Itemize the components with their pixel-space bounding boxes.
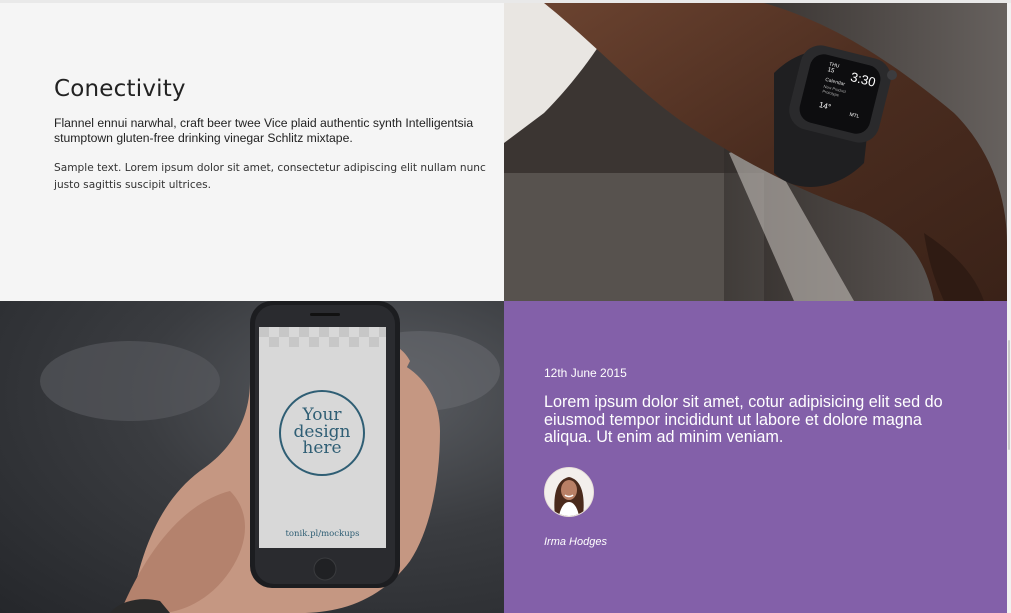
watch-activity: MTL: [848, 111, 860, 121]
testimonial-quote: Lorem ipsum dolor sit amet, cotur adipis…: [544, 393, 943, 446]
watch-time: 3:30: [848, 69, 878, 90]
watch-temp: 14°: [817, 100, 832, 112]
scrollbar-thumb[interactable]: [1008, 340, 1010, 450]
feature-paragraph-1: Flannel ennui narwhal, craft beer twee V…: [54, 116, 474, 145]
testimonial-author: Irma Hodges: [544, 536, 607, 548]
testimonial-section: 12th June 2015 Lorem ipsum dolor sit ame…: [504, 301, 1007, 613]
feature-section: Conectivity Flannel ennui narwhal, craft…: [0, 3, 504, 301]
phone-screen-line-3: here: [302, 438, 342, 458]
phone-photo: Your design here tonik.pl/mockups: [0, 301, 504, 613]
phone-screen-text: Your design here: [280, 407, 364, 457]
phone-screen-footer: tonik.pl/mockups: [285, 529, 360, 539]
feature-paragraph-2: Sample text. Lorem ipsum dolor sit amet,…: [54, 162, 486, 191]
feature-title: Conectivity: [54, 76, 186, 102]
author-avatar: [544, 467, 594, 517]
page-scrollbar[interactable]: [1007, 3, 1011, 613]
watch-photo: THU 15 3:30 Calendar New Product Prototy…: [504, 3, 1007, 301]
watch-day: 15: [826, 67, 835, 75]
testimonial-date: 12th June 2015: [544, 366, 627, 380]
